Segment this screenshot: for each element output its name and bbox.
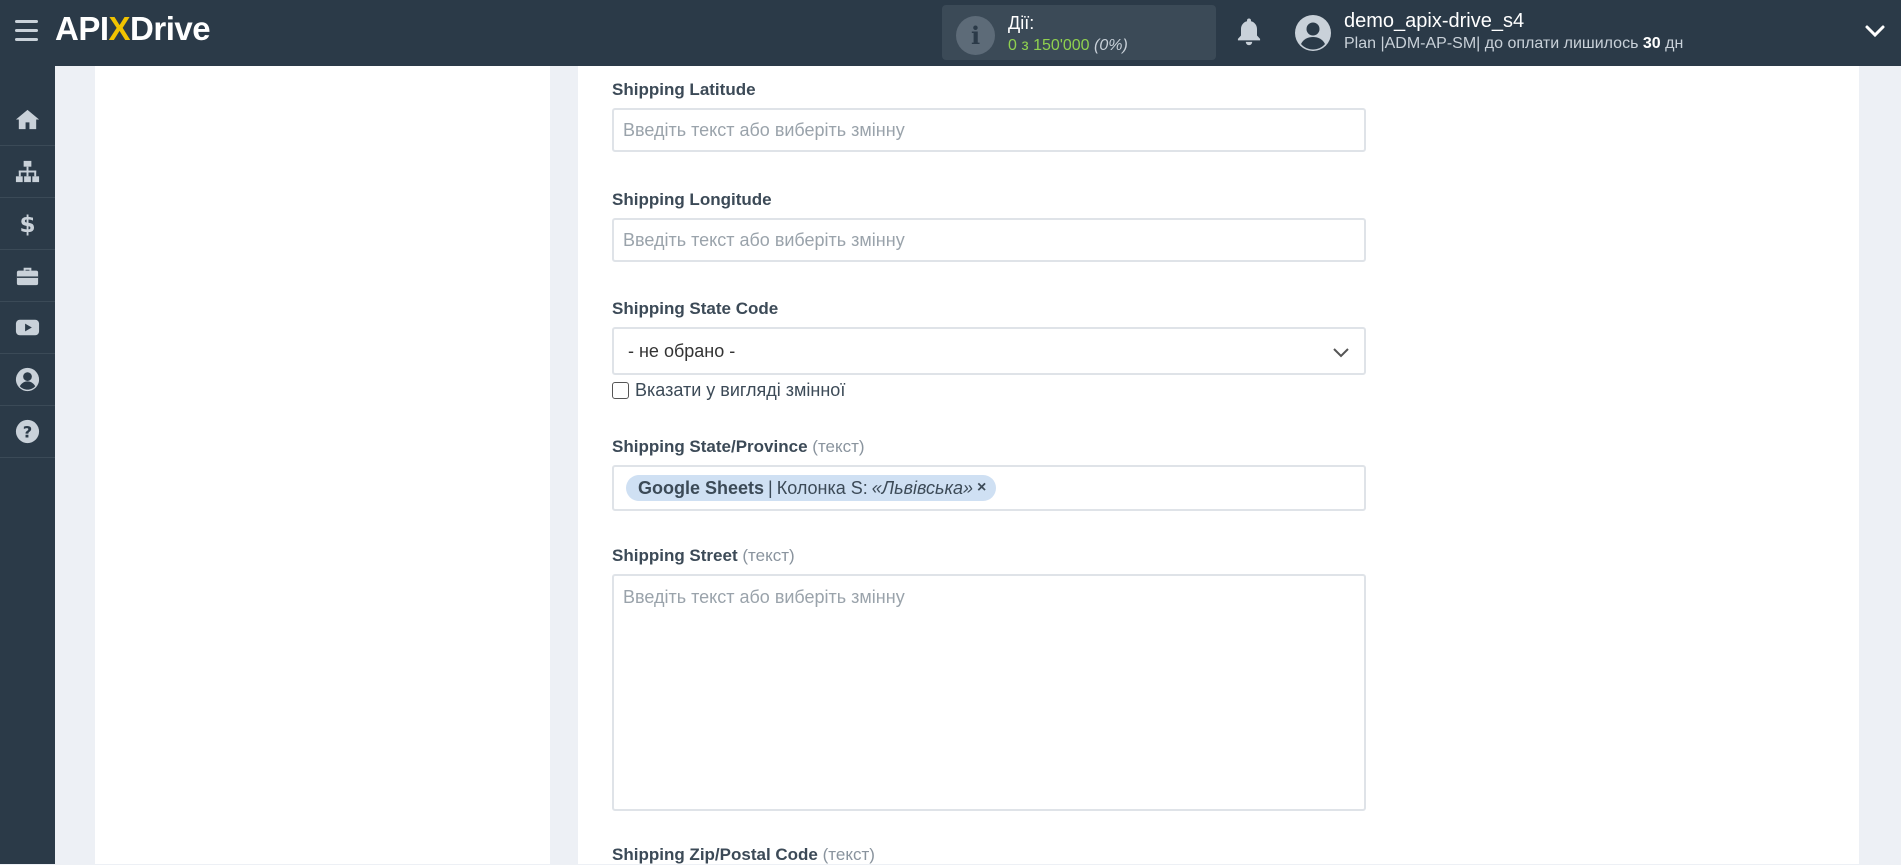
sidebar: $ ?	[0, 66, 55, 864]
shipping-state-code-select[interactable]: - не обрано -	[612, 327, 1366, 375]
shipping-latitude-input[interactable]	[612, 108, 1366, 152]
select-value: - не обрано -	[628, 341, 736, 361]
avatar-icon[interactable]	[1294, 14, 1332, 52]
as-variable-row: Вказати у вигляді змінної	[612, 379, 845, 401]
briefcase-icon	[16, 267, 39, 286]
variable-tag: Google Sheets | Колонка S: «Львівська» ×	[626, 475, 997, 501]
menu-icon[interactable]	[15, 20, 38, 42]
youtube-icon	[15, 319, 40, 336]
shipping-state-province-label: Shipping State/Province (текст)	[612, 437, 865, 456]
remove-tag-icon[interactable]: ×	[977, 479, 986, 497]
chevron-down-icon[interactable]	[1864, 20, 1886, 42]
plan-info: Plan |ADM-AP-SM| до оплати лишилось 30 д…	[1344, 35, 1684, 52]
home-icon	[15, 109, 40, 130]
as-variable-label[interactable]: Вказати у вигляді змінної	[635, 380, 845, 401]
sidebar-item-billing[interactable]: $	[0, 198, 55, 250]
left-panel	[95, 66, 550, 864]
chevron-down-icon	[1333, 348, 1349, 358]
shipping-zip-label: Shipping Zip/Postal Code (текст)	[612, 845, 875, 864]
top-bar: APIXDrive i Дії: 0 з 150'000 (0%) demo_a…	[0, 0, 1901, 66]
shipping-longitude-input[interactable]	[612, 218, 1366, 262]
sidebar-item-account[interactable]	[0, 354, 55, 406]
shipping-street-textarea[interactable]	[612, 574, 1366, 811]
bell-icon[interactable]	[1234, 16, 1264, 48]
username[interactable]: demo_apix-drive_s4	[1344, 10, 1524, 33]
logo[interactable]: APIXDrive	[55, 10, 211, 48]
info-icon: i	[956, 16, 995, 55]
question-circle-icon: ?	[15, 419, 40, 444]
sitemap-icon	[15, 160, 40, 183]
dollar-icon: $	[19, 212, 35, 237]
shipping-latitude-label: Shipping Latitude	[612, 80, 756, 99]
shipping-state-province-input[interactable]: Google Sheets | Колонка S: «Львівська» ×	[612, 465, 1366, 511]
sidebar-item-home[interactable]	[0, 94, 55, 146]
as-variable-checkbox[interactable]	[612, 381, 629, 399]
actions-value: 0 з 150'000 (0%)	[1008, 37, 1128, 54]
svg-text:$: $	[19, 212, 35, 237]
sidebar-item-video[interactable]	[0, 302, 55, 354]
sidebar-item-services[interactable]	[0, 250, 55, 302]
user-circle-icon	[15, 367, 40, 392]
actions-counter[interactable]: i Дії: 0 з 150'000 (0%)	[942, 5, 1216, 60]
actions-label: Дії:	[1008, 13, 1035, 33]
sidebar-item-help[interactable]: ?	[0, 406, 55, 458]
svg-text:?: ?	[23, 422, 33, 441]
shipping-longitude-label: Shipping Longitude	[612, 190, 772, 209]
shipping-state-code-label: Shipping State Code	[612, 299, 779, 318]
sidebar-item-connections[interactable]	[0, 146, 55, 198]
shipping-street-label: Shipping Street (текст)	[612, 546, 795, 565]
